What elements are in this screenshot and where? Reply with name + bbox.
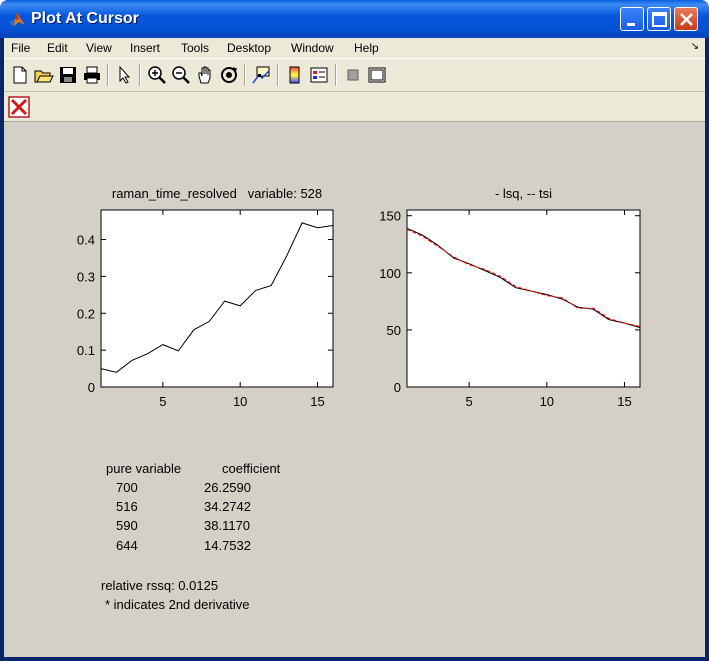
axes-box <box>406 209 641 388</box>
rotate-3d-icon[interactable] <box>219 65 239 85</box>
zoom-in-icon[interactable] <box>147 65 167 85</box>
menu-window[interactable]: Window <box>291 41 334 55</box>
window-title: Plot At Cursor <box>31 10 139 27</box>
x-tick-label: 10 <box>540 394 554 409</box>
close-x-button[interactable] <box>8 96 30 118</box>
matlab-logo-icon <box>9 12 25 26</box>
hide-plot-tools-icon[interactable] <box>343 65 363 85</box>
open-folder-icon[interactable] <box>34 65 54 85</box>
row-coefficient: 34.2742 <box>204 499 251 514</box>
colorbar-icon[interactable] <box>285 65 305 85</box>
print-icon[interactable] <box>82 65 102 85</box>
toolbar-separator <box>107 64 109 86</box>
y-tick-label: 0.4 <box>77 233 95 248</box>
secondary-toolbar <box>4 92 705 122</box>
maximize-icon <box>652 12 667 27</box>
x-tick-label: 5 <box>159 394 166 409</box>
row-coefficient: 38.1170 <box>204 518 251 533</box>
row-variable: 590 <box>116 518 138 533</box>
axes-box <box>100 209 334 388</box>
toolbar-separator <box>277 64 279 86</box>
close-button[interactable] <box>674 7 698 31</box>
save-icon[interactable] <box>58 65 78 85</box>
dock-arrow-icon[interactable]: ↘ <box>691 41 699 52</box>
title-bar[interactable]: Plot At Cursor <box>0 0 709 38</box>
y-tick-label: 0.3 <box>77 269 95 284</box>
window-client-area: File Edit View Insert Tools Desktop Wind… <box>4 38 705 657</box>
toolbar-separator <box>335 64 337 86</box>
toolbar-separator <box>139 64 141 86</box>
row-coefficient: 14.7532 <box>204 538 251 553</box>
toolbar-separator <box>244 64 246 86</box>
minimize-button[interactable] <box>620 7 644 31</box>
red-x-icon <box>8 96 30 118</box>
row-variable: 644 <box>116 538 138 553</box>
plot-lsq-tsi[interactable]: - lsq, -- tsi5 10 15050100150 <box>349 122 699 412</box>
pan-hand-icon[interactable] <box>195 65 215 85</box>
x-tick-label: 15 <box>617 394 631 409</box>
row-variable: 700 <box>116 480 138 495</box>
y-tick-label: 0.1 <box>77 343 95 358</box>
row-variable: 516 <box>116 499 138 514</box>
show-plot-tools-icon[interactable] <box>367 65 387 85</box>
plot-raman-time-resolved[interactable]: raman_time_resolved variable: 528 5 10 15 0 0… <box>4 122 354 412</box>
y-tick-label: 50 <box>387 323 401 338</box>
relative-rssq: relative rssq: 0.0125 <box>101 578 219 593</box>
menu-edit[interactable]: Edit <box>47 41 68 55</box>
select-arrow-icon[interactable] <box>114 65 134 85</box>
row-coefficient: 26.2590 <box>204 480 251 495</box>
zoom-out-icon[interactable] <box>171 65 191 85</box>
header-coefficient: coefficient <box>222 461 281 476</box>
menu-help[interactable]: Help <box>354 41 379 55</box>
data-cursor-icon[interactable] <box>251 65 271 85</box>
menu-desktop[interactable]: Desktop <box>227 41 271 55</box>
x-tick-label: 5 <box>466 394 473 409</box>
figure-toolbar <box>4 58 705 92</box>
header-pure-variable: pure variable <box>106 461 182 476</box>
figure-canvas: raman_time_resolved variable: 528 5 10 15 0 0… <box>4 122 705 657</box>
x-tick-label: 10 <box>233 394 247 409</box>
y-tick-label: 0 <box>394 380 401 395</box>
menu-bar: File Edit View Insert Tools Desktop Wind… <box>4 38 705 58</box>
close-icon <box>680 13 693 26</box>
new-file-icon[interactable] <box>10 65 30 85</box>
menu-file[interactable]: File <box>11 41 30 55</box>
y-tick-label: 100 <box>379 266 401 281</box>
maximize-button[interactable] <box>647 7 671 31</box>
minimize-icon <box>627 23 635 26</box>
y-tick-label: 0.2 <box>77 306 95 321</box>
legend-icon[interactable] <box>309 65 329 85</box>
menu-tools[interactable]: Tools <box>181 41 209 55</box>
menu-insert[interactable]: Insert <box>130 41 160 55</box>
y-tick-label: 0 <box>88 380 95 395</box>
y-tick-label: 150 <box>379 209 401 224</box>
chart-title: raman_time_resolved variable: 528 <box>112 186 322 201</box>
derivative-note: * indicates 2nd derivative <box>105 597 250 612</box>
menu-view[interactable]: View <box>86 41 112 55</box>
x-tick-label: 15 <box>310 394 324 409</box>
chart-title: - lsq, -- tsi <box>495 186 552 201</box>
matlab-figure-window: Plot At Cursor File Edit View Insert Too… <box>0 0 709 661</box>
